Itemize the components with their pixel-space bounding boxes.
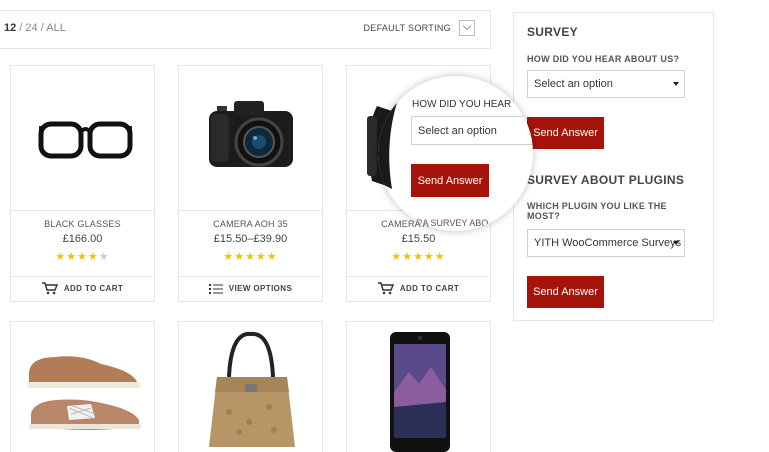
per-page-all[interactable]: ALL	[46, 22, 66, 34]
per-page-separator: /	[37, 22, 47, 34]
product-name[interactable]: CAMERA AOH 35	[179, 219, 322, 229]
product-price: £166.00	[62, 233, 103, 245]
per-page-24[interactable]: 24	[25, 22, 37, 34]
add-to-cart-label: ADD TO CART	[63, 284, 124, 293]
magnifier-lens: HOW DID YOU HEAR Select an option Send A…	[378, 76, 533, 231]
product-card: BLACK GLASSES £166.00 ★★★★★ ADD TO CART	[10, 65, 155, 302]
cart-icon	[377, 282, 394, 295]
view-options-label: VIEW OPTIONS	[228, 284, 293, 293]
add-to-cart-label: ADD TO CART	[399, 284, 460, 293]
cart-icon	[41, 282, 58, 295]
survey-select-2[interactable]: YITH WooCommerce Surveys	[527, 229, 685, 257]
magnified-select[interactable]: Select an option	[411, 116, 533, 145]
product-card	[346, 321, 491, 452]
product-image[interactable]	[347, 322, 490, 452]
add-to-cart-button[interactable]: ADD TO CART	[348, 276, 489, 300]
sorting-dropdown[interactable]: DEFAULT SORTING	[363, 18, 475, 38]
survey-widget: SURVEY HOW DID YOU HEAR ABOUT US? Select…	[513, 12, 714, 321]
rating-stars: ★★★★★	[55, 251, 110, 263]
product-image[interactable]	[11, 322, 154, 452]
product-price: £15.50	[401, 233, 436, 245]
product-card	[178, 321, 323, 452]
product-price: £15.50–£39.90	[213, 233, 288, 245]
caret-down-icon	[673, 241, 679, 245]
shop-toolbar: 12 / 24 / ALL DEFAULT SORTING	[0, 10, 491, 49]
send-answer-button[interactable]: Send Answer	[527, 117, 604, 149]
per-page-12[interactable]: 12	[4, 22, 16, 34]
product-image[interactable]	[11, 66, 154, 211]
survey-question-1: HOW DID YOU HEAR ABOUT US?	[527, 54, 680, 64]
product-card	[10, 321, 155, 452]
survey-select-2-value: YITH WooCommerce Surveys	[534, 237, 682, 249]
survey-title-2: SURVEY ABOUT PLUGINS	[527, 173, 685, 187]
shoes-image	[27, 356, 141, 430]
rating-stars: ★★★★★	[391, 251, 446, 263]
camera-image	[209, 101, 293, 167]
magnified-select-value: Select an option	[418, 124, 497, 137]
product-card: CAMERA AOH 35 £15.50–£39.90 ★★★★★ VIEW O…	[178, 65, 323, 302]
handbag-image	[209, 331, 295, 447]
list-icon	[208, 283, 223, 294]
product-image[interactable]	[179, 66, 322, 211]
rating-stars: ★★★★★	[223, 251, 278, 263]
survey-question-2: WHICH PLUGIN YOU LIKE THE MOST?	[527, 201, 667, 221]
glasses-image	[38, 121, 133, 159]
send-answer-button-2[interactable]: Send Answer	[527, 276, 604, 308]
product-name[interactable]: BLACK GLASSES	[11, 219, 154, 229]
view-options-button[interactable]: VIEW OPTIONS	[180, 276, 321, 300]
caret-down-icon	[673, 82, 679, 86]
chevron-down-icon[interactable]	[459, 20, 475, 36]
sorting-label: DEFAULT SORTING	[363, 23, 451, 33]
products-per-page: 12 / 24 / ALL	[4, 22, 66, 34]
smartphone-image	[390, 332, 450, 452]
magnified-question: HOW DID YOU HEAR	[412, 99, 512, 110]
add-to-cart-button[interactable]: ADD TO CART	[12, 276, 153, 300]
magnified-product-name: CAMERA SURVEY ABO	[390, 218, 489, 228]
product-image[interactable]	[179, 322, 322, 452]
survey-select-1-value: Select an option	[534, 78, 613, 90]
survey-title: SURVEY	[527, 25, 578, 39]
survey-select-1[interactable]: Select an option	[527, 70, 685, 98]
magnified-send-answer-button[interactable]: Send Answer	[411, 164, 489, 197]
